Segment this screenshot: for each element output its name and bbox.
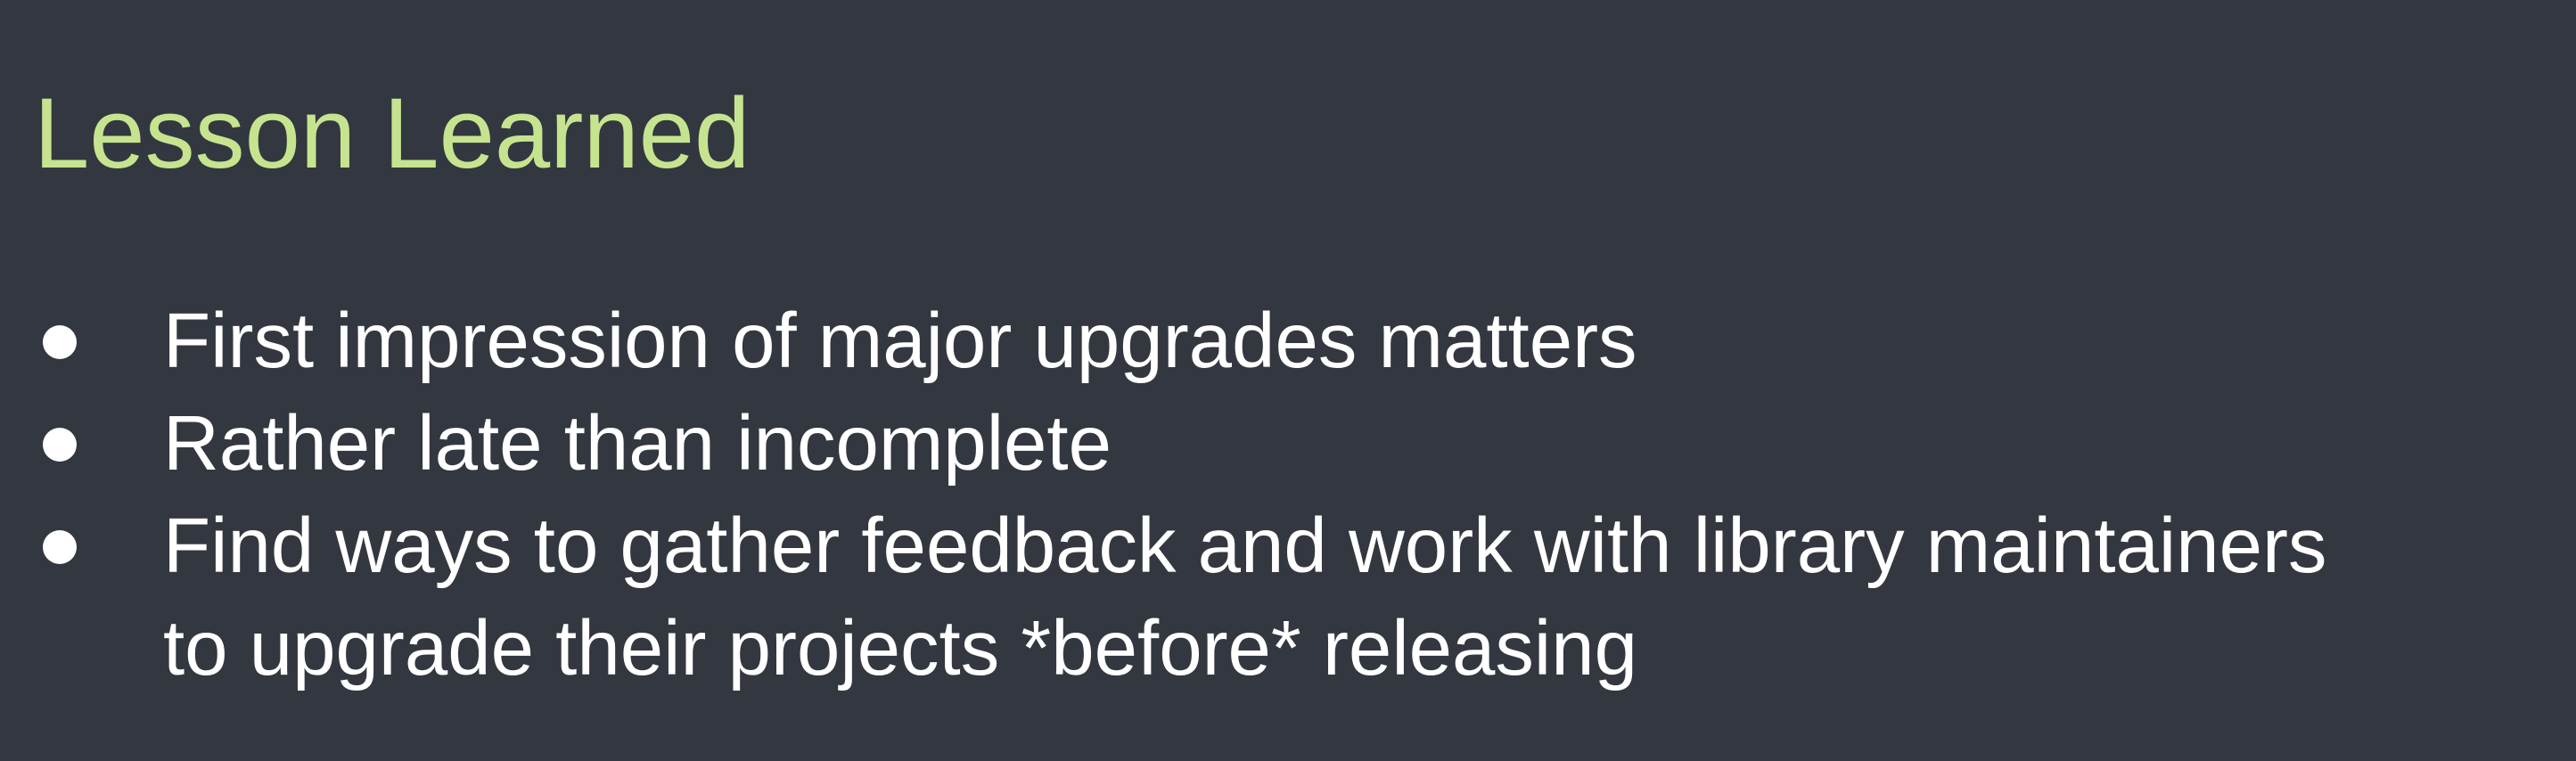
bullet-item: Rather late than incomplete — [0, 392, 2326, 495]
bullet-item: Find ways to gather feedback and work wi… — [0, 495, 2326, 700]
bullet-dot-icon — [43, 530, 77, 564]
slide: Lesson Learned First impression of major… — [0, 0, 2576, 761]
bullet-item: First impression of major upgrades matte… — [0, 290, 2326, 392]
bullet-dot-icon — [43, 428, 77, 462]
slide-title: Lesson Learned — [34, 78, 751, 189]
bullet-dot-icon — [43, 325, 77, 359]
bullet-text: First impression of major upgrades matte… — [163, 298, 1637, 384]
bullet-text-continuation: to upgrade their projects *before* relea… — [163, 605, 1638, 691]
bullet-list: First impression of major upgrades matte… — [0, 290, 2326, 700]
bullet-text: Rather late than incomplete — [163, 400, 1112, 487]
bullet-text: Find ways to gather feedback and work wi… — [163, 503, 2327, 589]
